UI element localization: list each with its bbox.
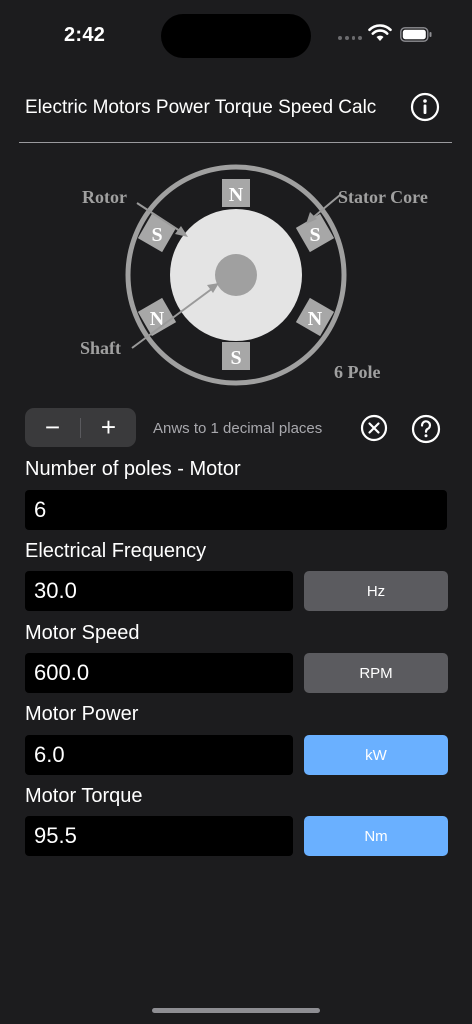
frequency-label: Electrical Frequency <box>25 540 207 562</box>
torque-label: Motor Torque <box>25 785 143 807</box>
cellular-signal-icon <box>338 36 362 42</box>
decimal-places-note: Anws to 1 decimal places <box>153 420 323 437</box>
diagram-label-pole-count: 6 Pole <box>334 362 381 382</box>
frequency-input[interactable]: 30.0 <box>25 571 293 611</box>
wifi-icon <box>368 24 392 41</box>
svg-text:S: S <box>309 224 320 246</box>
diagram-label-rotor: Rotor <box>82 187 127 207</box>
clear-icon[interactable] <box>360 414 388 442</box>
torque-input[interactable]: 95.5 <box>25 816 293 856</box>
help-icon[interactable] <box>411 414 441 444</box>
speed-unit-button[interactable]: RPM <box>304 653 448 693</box>
svg-text:S: S <box>230 347 241 369</box>
increment-button[interactable]: + <box>81 408 136 447</box>
motor-diagram: N S S S N N Rotor Stator Core Shaft 6 Po… <box>80 164 428 386</box>
pole-bottom: S <box>222 342 250 370</box>
pole-top: N <box>222 179 250 207</box>
battery-icon <box>400 27 432 42</box>
power-input[interactable]: 6.0 <box>25 735 293 775</box>
info-icon[interactable] <box>410 92 440 122</box>
page-title: Electric Motors Power Torque Speed Calc <box>25 97 377 118</box>
decrement-button[interactable]: − <box>25 408 80 447</box>
power-unit-button[interactable]: kW <box>304 735 448 775</box>
dynamic-island <box>161 14 311 58</box>
poles-label: Number of poles - Motor <box>25 458 241 480</box>
diagram-label-stator: Stator Core <box>338 187 428 207</box>
screen: 2:42 Electric Motors Power Torque Speed … <box>0 0 472 1024</box>
svg-text:N: N <box>229 184 244 206</box>
frequency-unit-button[interactable]: Hz <box>304 571 448 611</box>
home-indicator[interactable] <box>152 1008 320 1013</box>
header-divider <box>19 142 452 143</box>
speed-input[interactable]: 600.0 <box>25 653 293 693</box>
status-time: 2:42 <box>64 24 106 46</box>
decimal-stepper[interactable]: − + <box>25 408 136 447</box>
poles-input[interactable]: 6 <box>25 490 447 530</box>
diagram-label-shaft: Shaft <box>80 338 121 358</box>
shaft <box>215 254 257 296</box>
svg-text:N: N <box>150 308 165 330</box>
svg-text:N: N <box>308 308 323 330</box>
torque-unit-button[interactable]: Nm <box>304 816 448 856</box>
svg-text:S: S <box>151 224 162 246</box>
power-label: Motor Power <box>25 703 139 725</box>
speed-label: Motor Speed <box>25 622 140 644</box>
